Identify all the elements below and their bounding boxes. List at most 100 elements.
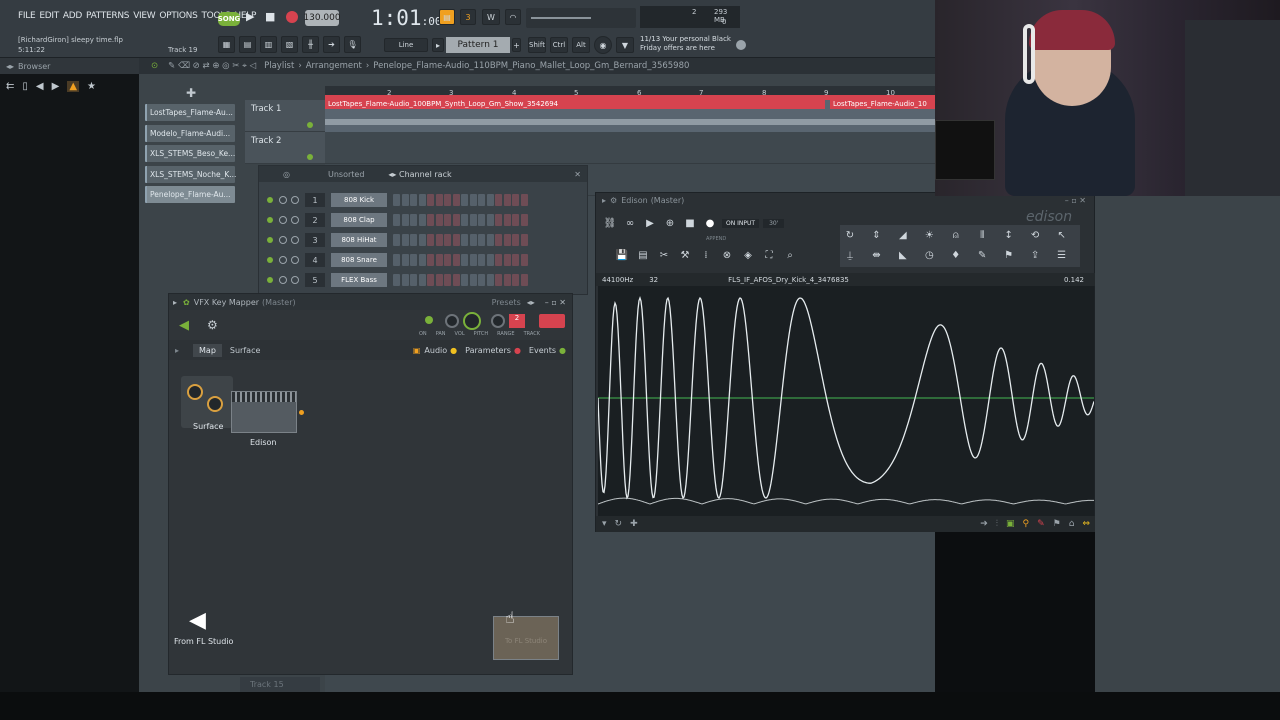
step-button[interactable] — [452, 234, 460, 246]
record-icon[interactable] — [286, 11, 298, 23]
step-button[interactable] — [435, 194, 443, 206]
channel-mute-led[interactable] — [267, 237, 273, 243]
channel-name[interactable]: 808 Kick — [331, 193, 387, 207]
step-button[interactable] — [393, 234, 400, 246]
parameters-toggle[interactable]: Parameters — [465, 346, 511, 355]
step-button[interactable] — [452, 214, 460, 226]
step-button[interactable] — [418, 254, 426, 266]
audio-toggle-icon[interactable]: ▣ — [413, 346, 421, 355]
record-mode-select[interactable]: ON INPUT — [722, 218, 760, 228]
step-button[interactable] — [520, 214, 528, 226]
transform-icon[interactable]: ⊗ — [719, 247, 735, 263]
channel-mute-led[interactable] — [267, 277, 273, 283]
channel-row[interactable]: 4 808 Snare — [267, 250, 587, 270]
append-label[interactable]: APPEND — [706, 236, 726, 242]
step-button[interactable] — [427, 234, 434, 246]
window-controls-icon[interactable]: – ▫ ✕ — [545, 298, 566, 307]
step-button[interactable] — [478, 234, 485, 246]
pitch-knob[interactable] — [491, 314, 505, 328]
footer-add-icon[interactable]: ✚ — [630, 519, 638, 529]
step-button[interactable] — [503, 194, 511, 206]
vfx-presets[interactable]: Presets — [492, 298, 521, 307]
step-button[interactable] — [495, 234, 502, 246]
wait-input-icon[interactable]: W — [482, 9, 500, 25]
collapse-icon[interactable]: ⇇ — [6, 81, 14, 92]
step-button[interactable] — [486, 254, 494, 266]
channel-pan-knob[interactable] — [279, 236, 287, 244]
star-icon[interactable]: ★ — [87, 81, 96, 92]
channel-mute-led[interactable] — [267, 217, 273, 223]
tab-surface[interactable]: Surface — [230, 346, 260, 355]
step-button[interactable] — [503, 254, 511, 266]
step-button[interactable] — [461, 274, 468, 286]
step-button[interactable] — [495, 214, 502, 226]
channel-row[interactable]: 1 808 Kick — [267, 190, 587, 210]
alt-key-button[interactable]: Alt — [572, 37, 590, 53]
channel-name[interactable]: 808 Snare — [331, 253, 387, 267]
track-header[interactable]: Track 2 — [245, 132, 325, 164]
zoom-icon[interactable]: ⌕ — [782, 247, 798, 263]
channel-mute-led[interactable] — [267, 257, 273, 263]
vfx-arrow-icon[interactable]: ▸ — [173, 298, 177, 307]
track-header-bottom[interactable]: Track 15 — [240, 677, 320, 692]
channel-number[interactable]: 3 — [305, 233, 325, 247]
surface-node[interactable] — [181, 376, 233, 428]
step-button[interactable] — [512, 234, 519, 246]
online-icon[interactable]: ◉ — [594, 36, 612, 54]
output-node[interactable]: To FL Studio — [493, 616, 559, 660]
mixer-track-selector[interactable] — [539, 314, 565, 328]
edison-waveform-view[interactable] — [597, 286, 1095, 516]
channel-rack-icon[interactable]: ▤ — [239, 36, 256, 53]
sample-icon[interactable]: ▲ — [67, 80, 80, 92]
track-mute-led[interactable] — [307, 154, 313, 160]
burn-icon[interactable]: ☀ — [921, 227, 937, 243]
step-button[interactable] — [461, 214, 468, 226]
pattern-clip[interactable]: Penelope_Flame-Au... — [145, 186, 235, 203]
vfx-wrench-icon[interactable]: ⚙ — [207, 318, 218, 332]
menu-patterns[interactable]: PATTERNS — [86, 11, 129, 21]
step-button[interactable] — [418, 194, 426, 206]
menu-file[interactable]: FILE — [18, 11, 36, 21]
channel-row[interactable]: 5 FLEX Bass — [267, 270, 587, 290]
step-button[interactable] — [512, 214, 519, 226]
step-button[interactable] — [486, 194, 494, 206]
countdown-icon[interactable]: 3 — [460, 9, 476, 25]
tempo-display[interactable]: 130.000 — [303, 10, 341, 26]
input-node-icon[interactable]: ◀ — [189, 608, 206, 633]
events-toggle[interactable]: Events — [529, 346, 556, 355]
forward-icon[interactable]: ▶ — [52, 81, 60, 92]
step-button[interactable] — [427, 254, 434, 266]
menu-options[interactable]: OPTIONS — [159, 11, 197, 21]
step-button[interactable] — [495, 194, 502, 206]
song-mode-button[interactable]: SONG — [218, 12, 240, 26]
channel-vol-knob[interactable] — [291, 236, 299, 244]
file-icon[interactable]: ▯ — [22, 81, 28, 92]
step-button[interactable] — [461, 234, 468, 246]
vfx-on-led[interactable] — [425, 316, 433, 324]
step-button[interactable] — [520, 254, 528, 266]
footer-loop-icon[interactable]: ↻ — [615, 519, 623, 529]
step-button[interactable] — [486, 214, 494, 226]
step-button[interactable] — [393, 214, 400, 226]
track-header[interactable]: Track 1 — [245, 100, 325, 132]
step-button[interactable] — [486, 234, 494, 246]
play-icon[interactable]: ▶ — [246, 10, 254, 23]
step-button[interactable] — [478, 194, 485, 206]
channel-row[interactable]: 2 808 Clap — [267, 210, 587, 230]
pan-knob[interactable] — [445, 314, 459, 328]
step-button[interactable] — [444, 254, 451, 266]
edison-record-icon[interactable]: ● — [702, 215, 718, 231]
step-button[interactable] — [469, 274, 477, 286]
audio-clip[interactable]: LostTapes_Flame-Audio_100BPM_Synth_Loop_… — [325, 100, 935, 132]
edison-scrub-icon[interactable]: ⊕ — [662, 215, 678, 231]
pattern-prev-icon[interactable]: ▸ — [432, 38, 444, 52]
step-button[interactable] — [520, 234, 528, 246]
step-button[interactable] — [427, 214, 434, 226]
step-button[interactable] — [469, 254, 477, 266]
vfx-gear-icon[interactable]: ✿ — [183, 298, 190, 307]
tag-icon[interactable]: ⚑ — [1001, 247, 1017, 263]
tabbar-arrow-icon[interactable]: ▸ — [175, 346, 179, 355]
menu-edit[interactable]: EDIT — [39, 11, 59, 21]
footer-flag-icon[interactable]: ⚑ — [1053, 519, 1061, 529]
step-button[interactable] — [393, 274, 400, 286]
